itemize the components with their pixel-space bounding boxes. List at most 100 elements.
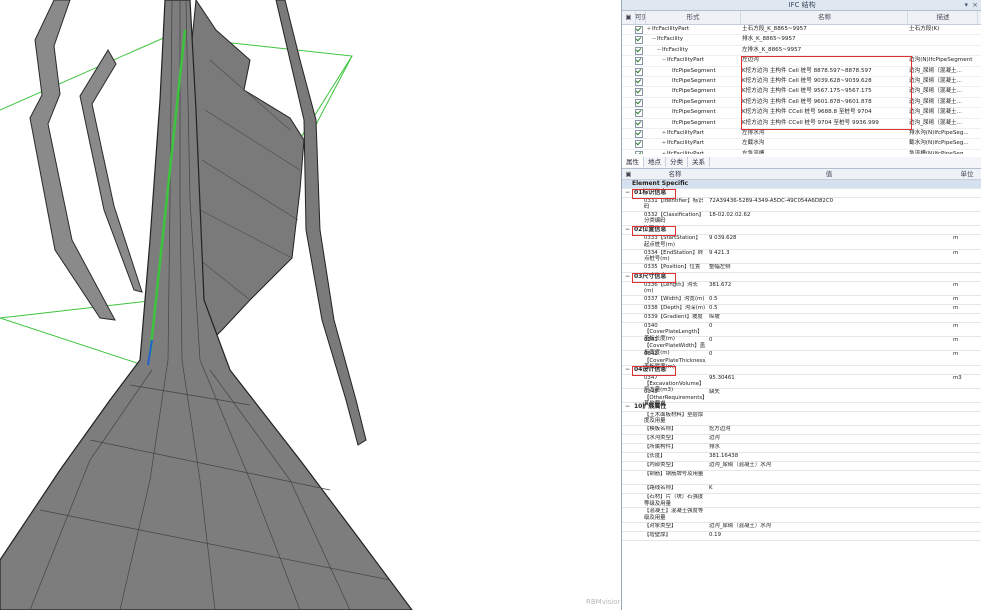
checkbox-icon[interactable] bbox=[635, 129, 643, 138]
prop-value[interactable]: 381.672 bbox=[709, 282, 949, 288]
prop-value[interactable]: 整幅左侧 bbox=[709, 264, 949, 270]
tree-header-desc[interactable]: 描述 bbox=[909, 11, 978, 24]
prop-row[interactable]: 【内部类型】 边沟_尿砌（混凝土）水沟 bbox=[622, 462, 981, 472]
prop-row[interactable]: 0338【Depth】沟深(m) 0.5 m bbox=[622, 305, 981, 314]
prop-group-element-specific[interactable]: Element Specific bbox=[622, 180, 981, 189]
tree-row[interactable]: −IfcFacility 排水_K_8865~9957 bbox=[622, 35, 981, 46]
tree-header-name[interactable]: 名称 bbox=[742, 11, 908, 24]
tree-row[interactable]: +IfcFacilityPart 左急流槽 急流槽(N)IfcPipeSeg... bbox=[622, 150, 981, 154]
checkbox-icon[interactable] bbox=[635, 98, 643, 107]
collapse-icon[interactable]: − bbox=[625, 189, 630, 197]
prop-value[interactable]: 缺失 bbox=[709, 389, 949, 395]
tab-relations[interactable]: 关系 bbox=[688, 157, 710, 167]
prop-row[interactable]: 【模板名称】 挖方边沟 bbox=[622, 426, 981, 436]
tree-row[interactable]: +IfcFacilityPart 左截水沟 截水沟(N)IfcPipeSeg... bbox=[622, 139, 981, 150]
prop-row[interactable]: 【路线名称】 K bbox=[622, 485, 981, 495]
prop-header-unit[interactable]: 单位 bbox=[953, 169, 981, 179]
tab-properties[interactable]: 属性 bbox=[622, 157, 644, 167]
prop-value[interactable]: 边沟_尿砌（混凝土）水沟 bbox=[709, 462, 949, 468]
prop-value[interactable]: 9 039.628 bbox=[709, 235, 949, 241]
prop-group[interactable]: −10扩展属性 bbox=[622, 403, 981, 412]
visibility-checkbox[interactable] bbox=[635, 98, 645, 107]
visibility-checkbox[interactable] bbox=[635, 35, 645, 45]
prop-row[interactable]: 0334【EndStation】终点桩号(m) 9 421.3 m bbox=[622, 250, 981, 264]
checkbox-icon[interactable] bbox=[635, 26, 643, 34]
prop-value[interactable]: 0 bbox=[709, 323, 949, 329]
collapse-icon[interactable]: − bbox=[625, 226, 630, 234]
prop-value[interactable]: 0.5 bbox=[709, 296, 949, 302]
checkbox-icon[interactable] bbox=[635, 57, 643, 66]
prop-value[interactable]: 18-02.02.02.62 bbox=[709, 212, 949, 218]
collapse-icon[interactable]: − bbox=[625, 366, 630, 374]
checkbox-icon[interactable] bbox=[635, 88, 643, 97]
prop-row[interactable]: 0339【Gradient】坡度 纵坡 bbox=[622, 314, 981, 323]
prop-row[interactable]: 【长度】 381.16438 bbox=[622, 453, 981, 463]
collapse-icon[interactable]: − bbox=[625, 403, 630, 411]
prop-value[interactable]: 9 421.3 bbox=[709, 250, 949, 256]
prop-row[interactable]: 0341【CoverPlateWidth】盖板宽度(m) 0 m bbox=[622, 337, 981, 356]
prop-row[interactable]: 【石材】片（块）石强度等级及用量 bbox=[622, 494, 981, 509]
prop-value[interactable]: 边沟 bbox=[709, 435, 949, 441]
panel-close-icon[interactable]: × bbox=[972, 0, 978, 10]
prop-collapse-icon[interactable]: ▣ bbox=[622, 169, 635, 179]
prop-row[interactable]: 0336【Length】沟长(m) 381.672 m bbox=[622, 282, 981, 296]
tree-toggle-icon[interactable]: ▣ bbox=[622, 11, 636, 24]
prop-value[interactable]: 95.30461 bbox=[709, 375, 949, 381]
visibility-checkbox[interactable] bbox=[635, 108, 645, 118]
checkbox-icon[interactable] bbox=[635, 77, 643, 86]
prop-row[interactable]: 0348【OtherRequirements】其他要求 缺失 bbox=[622, 389, 981, 407]
tree-row[interactable]: +IfcFacilityPart 左排水沟 排水沟(N)IfcPipeSeg... bbox=[622, 129, 981, 140]
checkbox-icon[interactable] bbox=[635, 150, 643, 154]
prop-row[interactable]: 0331【Identifier】标识码 72A39436-5289-4349-A5… bbox=[622, 198, 981, 213]
prop-row[interactable]: 【水沟类型】 边沟 bbox=[622, 435, 981, 445]
visibility-checkbox[interactable] bbox=[635, 77, 645, 86]
checkbox-icon[interactable] bbox=[635, 67, 643, 76]
tree-header-type[interactable]: 形式 bbox=[646, 11, 741, 24]
prop-value[interactable]: 纵坡 bbox=[709, 314, 949, 320]
checkbox-icon[interactable] bbox=[635, 36, 643, 45]
3d-viewport[interactable]: RBMvision bbox=[0, 0, 620, 610]
checkbox-icon[interactable] bbox=[635, 140, 643, 149]
tab-classification[interactable]: 分类 bbox=[666, 157, 688, 167]
prop-value[interactable]: 72A39436-5289-4349-A5DC-49C054A6D82C0 bbox=[709, 198, 949, 204]
tree-header-visible[interactable]: 可见 bbox=[635, 11, 646, 24]
visibility-checkbox[interactable] bbox=[635, 25, 645, 34]
checkbox-icon[interactable] bbox=[635, 46, 643, 55]
prop-row[interactable]: 【增壁厚】 0.19 bbox=[622, 532, 981, 541]
tree-row[interactable]: −IfcFacility 左排水_K_8865~9957 bbox=[622, 46, 981, 57]
visibility-checkbox[interactable] bbox=[635, 129, 645, 138]
visibility-checkbox[interactable] bbox=[635, 46, 645, 55]
prop-row[interactable]: 【钢筋】钢筋牌号及用量 bbox=[622, 471, 981, 486]
visibility-checkbox[interactable] bbox=[635, 56, 645, 66]
prop-header-name[interactable]: 名称 bbox=[644, 169, 706, 179]
checkbox-icon[interactable] bbox=[635, 109, 643, 118]
prop-value[interactable]: 0 bbox=[709, 351, 949, 357]
panel-menu-icon[interactable]: ▾ bbox=[964, 0, 968, 10]
checkbox-icon[interactable] bbox=[635, 119, 643, 128]
visibility-checkbox[interactable] bbox=[635, 87, 645, 97]
prop-value[interactable]: 0 bbox=[709, 337, 949, 343]
prop-row[interactable]: 0340【CoverPlateLength】盖板长度(m) 0 m bbox=[622, 323, 981, 342]
prop-row[interactable]: 【所属构件】 排水 bbox=[622, 444, 981, 454]
prop-value[interactable]: 381.16438 bbox=[709, 453, 949, 459]
visibility-checkbox[interactable] bbox=[635, 119, 645, 128]
prop-row[interactable]: 0337【Width】沟宽(m) 0.5 m bbox=[622, 296, 981, 305]
visibility-checkbox[interactable] bbox=[635, 139, 645, 149]
prop-row[interactable]: 【土木面板材料】垫层厚度及用量 bbox=[622, 412, 981, 427]
prop-value[interactable]: 0.19 bbox=[709, 532, 949, 538]
tab-location[interactable]: 地点 bbox=[644, 157, 666, 167]
visibility-checkbox[interactable] bbox=[635, 67, 645, 76]
prop-value[interactable]: 排水 bbox=[709, 444, 949, 450]
prop-header-value[interactable]: 值 bbox=[709, 169, 949, 179]
collapse-icon[interactable]: − bbox=[625, 273, 630, 281]
prop-value[interactable]: 挖方边沟 bbox=[709, 426, 949, 432]
prop-row[interactable]: 0333【StartStation】起点桩号(m) 9 039.628 m bbox=[622, 235, 981, 250]
prop-value[interactable]: 边沟_尿砌（混凝土）水沟 bbox=[709, 523, 949, 529]
prop-row[interactable]: 0335【Position】位置 整幅左侧 bbox=[622, 264, 981, 273]
ifc-structure-panel[interactable]: IFC 结构 ▾ × ▣ 可见 形式 名称 描述 +IfcFacilityPar… bbox=[621, 0, 981, 610]
tree-row[interactable]: +IfcFacilityPart 土石方段_K_8865~9957 土石方段(K) bbox=[622, 25, 981, 36]
prop-value[interactable]: 0.5 bbox=[709, 305, 949, 311]
prop-row[interactable]: 【混凝土】混凝土强度等级及用量 bbox=[622, 508, 981, 523]
prop-row[interactable]: 【对象类型】 边沟_尿砌（混凝土）水沟 bbox=[622, 523, 981, 532]
prop-value[interactable]: K bbox=[709, 485, 949, 491]
